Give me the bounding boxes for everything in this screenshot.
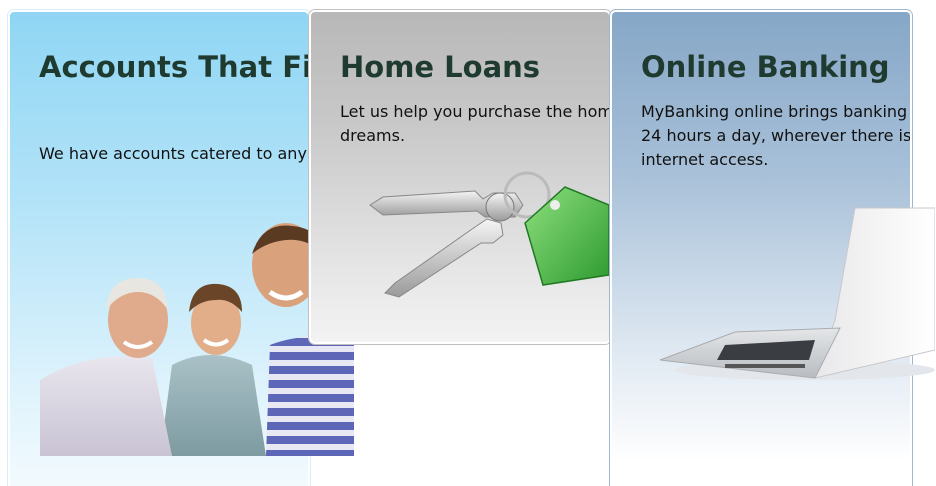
panel-title-accounts: Accounts That Fit You [39, 50, 308, 84]
family-photo [40, 223, 354, 456]
house-keys-photo [369, 171, 610, 298]
panel-text-accounts: We have accounts catered to any stage of… [39, 144, 308, 163]
laptop-photo [659, 207, 935, 380]
panel-text-home-loans: Let us help you purchase the home of you… [340, 102, 609, 145]
panel-text-online-banking: MyBanking online brings banking to you, … [641, 102, 912, 169]
panel-title-online-banking: Online Banking [641, 50, 890, 84]
panel-title-home-loans: Home Loans [340, 50, 541, 84]
